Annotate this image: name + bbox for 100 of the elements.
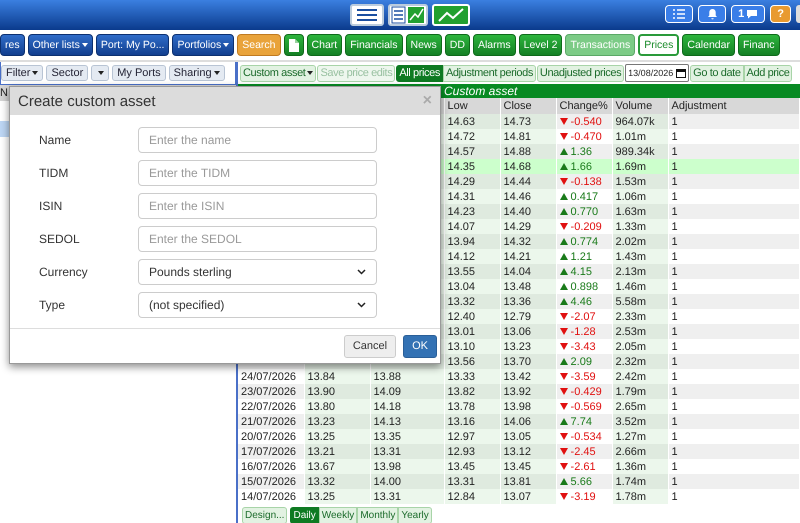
table-cell: 14.18	[374, 400, 402, 412]
nav-button[interactable]: res	[0, 34, 25, 56]
table-cell: 24/07/2026	[241, 370, 296, 382]
nav-button[interactable]: DD	[444, 34, 470, 56]
table-cell: 14.31	[444, 189, 500, 204]
nav-button[interactable]: Chart	[306, 34, 342, 56]
table-cell: 14.00	[374, 476, 402, 488]
table-cell: 14.06	[500, 414, 556, 429]
nav-button[interactable]: Financ	[738, 34, 780, 56]
table-cell: 13.25	[308, 430, 336, 442]
field-label: Currency	[39, 265, 89, 279]
table-cell: 14.72	[444, 129, 500, 144]
messages-button[interactable]: 1	[731, 5, 766, 23]
nav-button[interactable]: Level 2	[518, 34, 562, 56]
date-field[interactable]: 13/08/2026	[625, 64, 690, 82]
nav-button[interactable]: Port: My Po...	[96, 34, 170, 56]
table-cell: 14.73	[500, 114, 556, 129]
custom-asset-button[interactable]: Custom asset	[240, 64, 316, 82]
table-cell: 17/07/2026	[241, 446, 296, 458]
table-cell: 14.68	[500, 159, 556, 174]
table-cell: 13.23	[308, 416, 336, 428]
table-cell: 14.63	[444, 114, 500, 129]
view-tab[interactable]: Adjustment periods	[442, 64, 536, 82]
toolbar-button[interactable]	[91, 65, 110, 81]
view-tab[interactable]: All prices	[396, 64, 443, 82]
column-header[interactable]: Adjustment	[668, 98, 800, 114]
nav-button[interactable]: Other lists	[28, 34, 93, 56]
table-cell: 1.46m	[612, 279, 668, 294]
table-cell: 13.45	[444, 459, 500, 474]
chevron-down-icon	[357, 302, 366, 308]
design-button[interactable]: Design...	[242, 507, 288, 523]
table-cell: 2.33m	[612, 309, 668, 324]
table-cell: 13.84	[308, 370, 336, 382]
period-tab[interactable]: Daily	[290, 507, 319, 523]
toolbar-button[interactable]: Sharing	[168, 65, 225, 81]
nav-button[interactable]: Financials	[345, 34, 402, 56]
table-cell: 1.06m	[612, 189, 668, 204]
table-cell: 13.01	[444, 324, 500, 339]
nav-button[interactable]	[284, 34, 304, 56]
top-button[interactable]	[796, 5, 800, 23]
field-label: SEDOL	[39, 232, 81, 246]
table-cell: 14.40	[500, 204, 556, 219]
column-header[interactable]: Low	[444, 98, 500, 114]
table-cell: 13.16	[444, 414, 500, 429]
field-label: Type	[39, 298, 66, 312]
table-cell: 1	[668, 159, 800, 174]
go-to-date-button[interactable]: Go to date	[690, 64, 744, 82]
column-header[interactable]: Close	[500, 98, 556, 114]
table-cell: 13.81	[500, 474, 556, 489]
table-cell: 13.82	[444, 384, 500, 399]
select-field[interactable]: (not specified)	[138, 292, 377, 318]
nav-button[interactable]: Calendar	[682, 34, 735, 56]
nav-button[interactable]: Prices	[638, 34, 680, 56]
ok-button[interactable]: OK	[403, 334, 437, 358]
nav-button[interactable]: News	[406, 34, 442, 56]
table-cell: 13.07	[500, 489, 556, 504]
table-cell: 13.55	[444, 264, 500, 279]
table-cell: 2.05m	[612, 339, 668, 354]
add-price-button[interactable]: Add price	[744, 64, 792, 82]
toolbar-button[interactable]: My Ports	[112, 65, 166, 81]
table-cell: 13.31	[444, 474, 500, 489]
list-chart-icon[interactable]	[388, 4, 428, 26]
field-label: ISIN	[39, 199, 64, 213]
table-cell: 1.78m	[612, 489, 668, 504]
column-header[interactable]: Volume	[612, 98, 668, 114]
table-cell: 2.02m	[612, 234, 668, 249]
table-cell: 2.32m	[612, 354, 668, 369]
dialog-title: Create custom asset	[18, 92, 156, 110]
bell-icon[interactable]	[698, 5, 726, 23]
select-field[interactable]: Pounds sterling	[138, 259, 377, 285]
period-tab[interactable]: Monthly	[357, 507, 398, 523]
input-field[interactable]: Enter the ISIN	[138, 193, 377, 219]
nav-button[interactable]: Portfolios	[172, 34, 234, 56]
list-icon[interactable]	[350, 4, 384, 26]
up-triangle-icon	[560, 478, 568, 484]
period-tab[interactable]: Weekly	[318, 507, 358, 523]
table-cell: 14.23	[444, 204, 500, 219]
table-cell: 1.53m	[612, 174, 668, 189]
table-cell: 12.84	[444, 489, 500, 504]
table-cell: 2.13m	[612, 264, 668, 279]
cancel-button[interactable]: Cancel	[344, 334, 396, 358]
input-field[interactable]: Enter the name	[138, 127, 377, 153]
nav-button[interactable]: Alarms	[472, 34, 516, 56]
period-tab[interactable]: Yearly	[398, 507, 432, 523]
table-cell: 13.48	[500, 279, 556, 294]
table-cell: 13.80	[308, 400, 336, 412]
line-chart-icon[interactable]	[432, 4, 470, 26]
table-cell: 13.21	[308, 446, 336, 458]
toolbar-button[interactable]: Sector	[46, 65, 88, 81]
table-cell: 14.32	[500, 234, 556, 249]
input-field[interactable]: Enter the TIDM	[138, 160, 377, 186]
table-cell: 13.94	[444, 234, 500, 249]
toolbar-button[interactable]: Filter	[1, 65, 44, 81]
unadjusted-prices-button[interactable]: Unadjusted prices	[536, 64, 624, 82]
table-cell: 1.69m	[612, 159, 668, 174]
table-cell: 13.32	[444, 294, 500, 309]
table-cell: 13.23	[500, 339, 556, 354]
table-cell: 964.07k	[612, 114, 668, 129]
input-field[interactable]: Enter the SEDOL	[138, 226, 377, 252]
column-header[interactable]: Change%	[556, 98, 612, 114]
